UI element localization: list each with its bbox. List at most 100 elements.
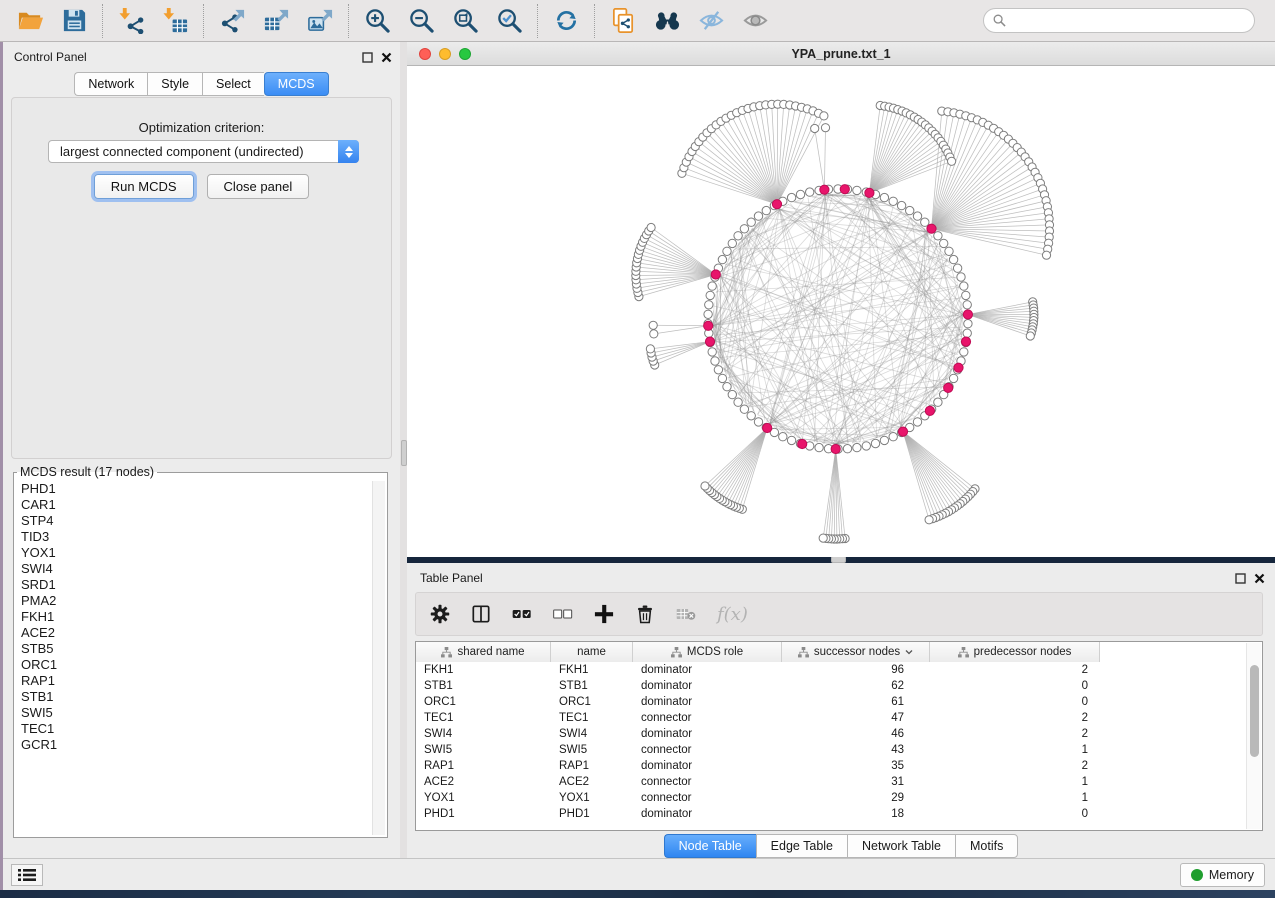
vertical-splitter[interactable] (400, 42, 407, 858)
table-cell[interactable]: 2 (930, 712, 1100, 724)
mcds-result-item[interactable]: SRD1 (21, 577, 371, 593)
table-cell[interactable]: TEC1 (416, 712, 551, 724)
table-cell[interactable]: 96 (782, 664, 930, 676)
table-scrollbar[interactable] (1246, 643, 1261, 829)
table-cell[interactable]: 31 (782, 776, 930, 788)
mcds-result-item[interactable]: PHD1 (21, 481, 371, 497)
apply-function-icon[interactable]: f(x) (717, 604, 748, 625)
search-input[interactable] (1012, 14, 1245, 28)
table-cell[interactable]: connector (633, 744, 782, 756)
mcds-list-scrollbar[interactable] (372, 481, 385, 835)
table-cell[interactable]: PHD1 (416, 808, 551, 820)
table-cell[interactable]: YOX1 (416, 792, 551, 804)
delete-column-icon[interactable] (635, 604, 655, 624)
table-cell[interactable]: 43 (782, 744, 930, 756)
table-cell[interactable]: connector (633, 776, 782, 788)
column-header-name[interactable]: name (551, 642, 633, 662)
mcds-result-item[interactable]: CAR1 (21, 497, 371, 513)
table-cell[interactable]: connector (633, 792, 782, 804)
table-row[interactable]: YOX1YOX1connector291 (416, 790, 1246, 806)
column-header-mcds-role[interactable]: MCDS role (633, 642, 782, 662)
column-header-successor-nodes[interactable]: successor nodes (782, 642, 930, 662)
tab-select[interactable]: Select (202, 72, 264, 96)
table-row[interactable]: TEC1TEC1connector472 (416, 710, 1246, 726)
mcds-result-item[interactable]: PMA2 (21, 593, 371, 609)
table-cell[interactable]: dominator (633, 696, 782, 708)
table-row[interactable]: RAP1RAP1dominator352 (416, 758, 1246, 774)
table-cell[interactable]: connector (633, 712, 782, 724)
close-panel-icon[interactable] (1254, 573, 1265, 584)
tab-node-table[interactable]: Node Table (664, 834, 756, 858)
table-cell[interactable]: 47 (782, 712, 930, 724)
table-cell[interactable]: 29 (782, 792, 930, 804)
memory-button[interactable]: Memory (1180, 863, 1265, 887)
export-network-icon[interactable] (215, 4, 249, 38)
table-cell[interactable]: RAP1 (416, 760, 551, 772)
first-neighbors-icon[interactable] (650, 4, 684, 38)
tab-mcds[interactable]: MCDS (264, 72, 329, 96)
table-row[interactable]: STB1STB1dominator620 (416, 678, 1246, 694)
zoom-out-icon[interactable] (404, 4, 438, 38)
zoom-fit-icon[interactable] (448, 4, 482, 38)
show-all-icon[interactable] (738, 4, 772, 38)
network-share-file-icon[interactable] (606, 4, 640, 38)
run-mcds-button[interactable]: Run MCDS (94, 174, 194, 199)
import-network-icon[interactable] (114, 4, 148, 38)
table-cell[interactable]: SWI4 (551, 728, 633, 740)
table-row[interactable]: ORC1ORC1dominator610 (416, 694, 1246, 710)
table-cell[interactable]: SWI5 (416, 744, 551, 756)
splitter-handle[interactable] (401, 440, 407, 466)
float-panel-icon[interactable] (1235, 573, 1246, 584)
mcds-result-item[interactable]: FKH1 (21, 609, 371, 625)
table-cell[interactable]: ORC1 (551, 696, 633, 708)
mcds-result-item[interactable]: ACE2 (21, 625, 371, 641)
table-row[interactable]: FKH1FKH1dominator962 (416, 662, 1246, 678)
tab-motifs[interactable]: Motifs (955, 834, 1018, 858)
close-panel-button[interactable]: Close panel (207, 174, 310, 199)
table-cell[interactable]: 1 (930, 744, 1100, 756)
export-image-icon[interactable] (303, 4, 337, 38)
table-row[interactable]: SWI5SWI5connector431 (416, 742, 1246, 758)
table-cell[interactable]: ACE2 (551, 776, 633, 788)
table-cell[interactable]: 0 (930, 808, 1100, 820)
table-cell[interactable]: dominator (633, 728, 782, 740)
table-cell[interactable]: 0 (930, 680, 1100, 692)
show-columns-icon[interactable] (471, 604, 491, 624)
mcds-result-item[interactable]: RAP1 (21, 673, 371, 689)
table-cell[interactable]: 35 (782, 760, 930, 772)
close-panel-icon[interactable] (381, 52, 392, 63)
table-cell[interactable]: 62 (782, 680, 930, 692)
scrollbar-thumb[interactable] (1250, 665, 1259, 757)
table-cell[interactable]: 46 (782, 728, 930, 740)
table-cell[interactable]: 2 (930, 728, 1100, 740)
table-cell[interactable]: YOX1 (551, 792, 633, 804)
table-cell[interactable]: 1 (930, 792, 1100, 804)
delete-table-icon[interactable] (676, 604, 696, 624)
table-cell[interactable]: PHD1 (551, 808, 633, 820)
import-table-icon[interactable] (158, 4, 192, 38)
table-cell[interactable]: dominator (633, 664, 782, 676)
table-cell[interactable]: STB1 (551, 680, 633, 692)
table-cell[interactable]: SWI4 (416, 728, 551, 740)
tab-style[interactable]: Style (147, 72, 202, 96)
zoom-in-icon[interactable] (360, 4, 394, 38)
mcds-result-item[interactable]: YOX1 (21, 545, 371, 561)
table-cell[interactable]: TEC1 (551, 712, 633, 724)
mcds-result-item[interactable]: ORC1 (21, 657, 371, 673)
task-history-button[interactable] (11, 864, 43, 886)
mcds-result-item[interactable]: TEC1 (21, 721, 371, 737)
mcds-result-item[interactable]: SWI5 (21, 705, 371, 721)
table-cell[interactable]: dominator (633, 760, 782, 772)
table-cell[interactable]: dominator (633, 808, 782, 820)
table-row[interactable]: PHD1PHD1dominator180 (416, 806, 1246, 822)
mcds-result-item[interactable]: STB1 (21, 689, 371, 705)
table-cell[interactable]: RAP1 (551, 760, 633, 772)
open-file-icon[interactable] (13, 4, 47, 38)
table-cell[interactable]: STB1 (416, 680, 551, 692)
table-cell[interactable]: 2 (930, 664, 1100, 676)
mcds-result-item[interactable]: GCR1 (21, 737, 371, 753)
horizontal-splitter-handle[interactable] (831, 556, 846, 563)
table-row[interactable]: SWI4SWI4dominator462 (416, 726, 1246, 742)
table-cell[interactable]: 18 (782, 808, 930, 820)
table-cell[interactable]: ACE2 (416, 776, 551, 788)
